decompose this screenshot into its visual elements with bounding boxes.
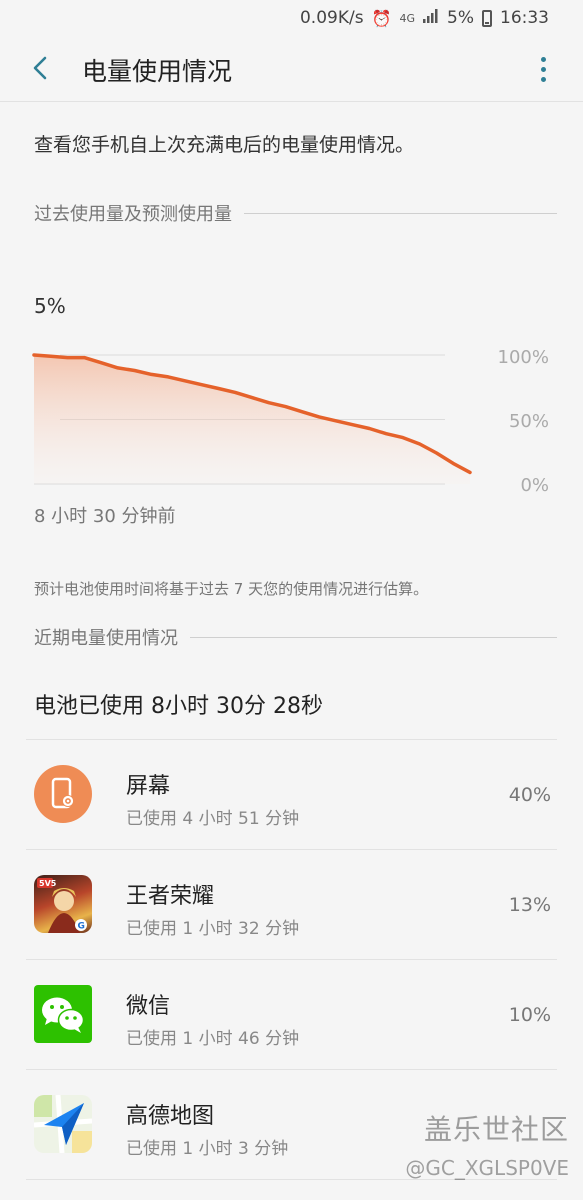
data-point-18 (335, 420, 337, 422)
app-usage-time: 已使用 1 小时 3 分钟 (126, 1139, 289, 1159)
estimate-note: 预计电池使用时间将基于过去 7 天您的使用情况进行估算。 (34, 580, 429, 598)
wechat-icon (34, 985, 92, 1043)
svg-text:5V5: 5V5 (39, 879, 57, 888)
battery-percent: 5% (447, 8, 474, 28)
app-name: 屏幕 (126, 774, 171, 799)
total-usage: 电池已使用 8小时 30分 28秒 (34, 694, 323, 719)
app-name: 微信 (126, 994, 171, 1019)
app-row-wechat[interactable]: 微信 已使用 1 小时 46 分钟 10% (26, 960, 557, 1070)
page-title: 电量使用情况 (82, 57, 233, 86)
data-point-14 (268, 402, 270, 404)
screen-icon (34, 765, 92, 823)
data-point-19 (352, 424, 354, 426)
data-point-11 (217, 388, 219, 390)
data-point-16 (301, 411, 303, 413)
x-start-label: 8 小时 30 分钟前 (34, 506, 176, 527)
data-point-5 (117, 367, 119, 369)
battery-icon (482, 9, 492, 27)
app-percent: 40% (508, 784, 551, 806)
signal-icon (423, 8, 439, 28)
data-point-13 (251, 397, 253, 399)
data-point-8 (167, 376, 169, 378)
y-tick-0: 0% (520, 475, 549, 496)
alarm-icon: ⏰ (371, 8, 392, 28)
data-point-21 (385, 433, 387, 435)
data-point-10 (201, 384, 203, 386)
battery-chart: 5% 100% 50% 0% 8 小时 30 分钟前 (0, 280, 583, 540)
app-row-screen[interactable]: 屏幕 已使用 4 小时 51 分钟 40% (26, 740, 557, 850)
data-point-3 (83, 357, 85, 359)
svg-text:G: G (78, 922, 85, 932)
data-point-22 (402, 437, 404, 439)
section-title: 过去使用量及预测使用量 (34, 204, 232, 225)
y-tick-100: 100% (497, 347, 549, 368)
past-usage-header: 过去使用量及预测使用量 (34, 200, 557, 226)
battery-chart-svg (32, 353, 472, 485)
y-tick-50: 50% (508, 411, 549, 432)
data-point-7 (150, 373, 152, 375)
data-point-9 (184, 380, 186, 382)
data-point-6 (134, 369, 136, 371)
data-point-26 (469, 471, 471, 473)
app-name: 王者荣耀 (126, 884, 215, 909)
app-usage-time: 已使用 1 小时 46 分钟 (126, 1029, 300, 1049)
data-point-25 (452, 462, 454, 464)
recent-usage-header: 近期电量使用情况 (34, 624, 557, 650)
data-point-12 (234, 391, 236, 393)
more-options-button[interactable] (533, 52, 553, 86)
data-point-17 (318, 416, 320, 418)
app-percent: 10% (508, 1004, 551, 1026)
chevron-left-icon (33, 56, 47, 80)
page-description: 查看您手机自上次充满电后的电量使用情况。 (34, 134, 415, 156)
net-speed: 0.09K/s (299, 8, 364, 28)
section-title: 近期电量使用情况 (34, 628, 178, 649)
more-dot-icon (540, 56, 546, 62)
map-icon (34, 1095, 92, 1153)
more-dot-icon (540, 66, 546, 72)
divider (190, 636, 557, 638)
watermark-title: 盖乐世社区 (423, 1113, 569, 1146)
app-header: 电量使用情况 (0, 36, 583, 102)
app-name: 高德地图 (126, 1104, 215, 1129)
app-usage-time: 已使用 4 小时 51 分钟 (126, 809, 300, 829)
data-point-24 (435, 452, 437, 454)
network-type: 4G (399, 11, 416, 25)
watermark: 盖乐世社区 @GC_XGLSP0VE (405, 1108, 569, 1180)
data-point-0 (33, 354, 35, 356)
data-point-2 (67, 357, 69, 359)
watermark-handle: @GC_XGLSP0VE (405, 1156, 569, 1180)
app-percent: 13% (508, 894, 551, 916)
more-dot-icon (540, 76, 546, 82)
data-point-23 (419, 443, 421, 445)
app-row-game[interactable]: 5V5 G 王者荣耀 已使用 1 小时 32 分钟 13% (26, 850, 557, 960)
game-icon: 5V5 G (34, 875, 92, 933)
back-button[interactable] (22, 48, 58, 88)
data-point-15 (285, 406, 287, 408)
data-point-4 (100, 362, 102, 364)
clock: 16:33 (500, 8, 549, 28)
data-point-1 (50, 355, 52, 357)
data-point-20 (368, 428, 370, 430)
divider (244, 212, 557, 214)
status-bar: 0.09K/s ⏰ 4G 5% 16:33 (0, 0, 583, 36)
app-usage-time: 已使用 1 小时 32 分钟 (126, 919, 300, 939)
